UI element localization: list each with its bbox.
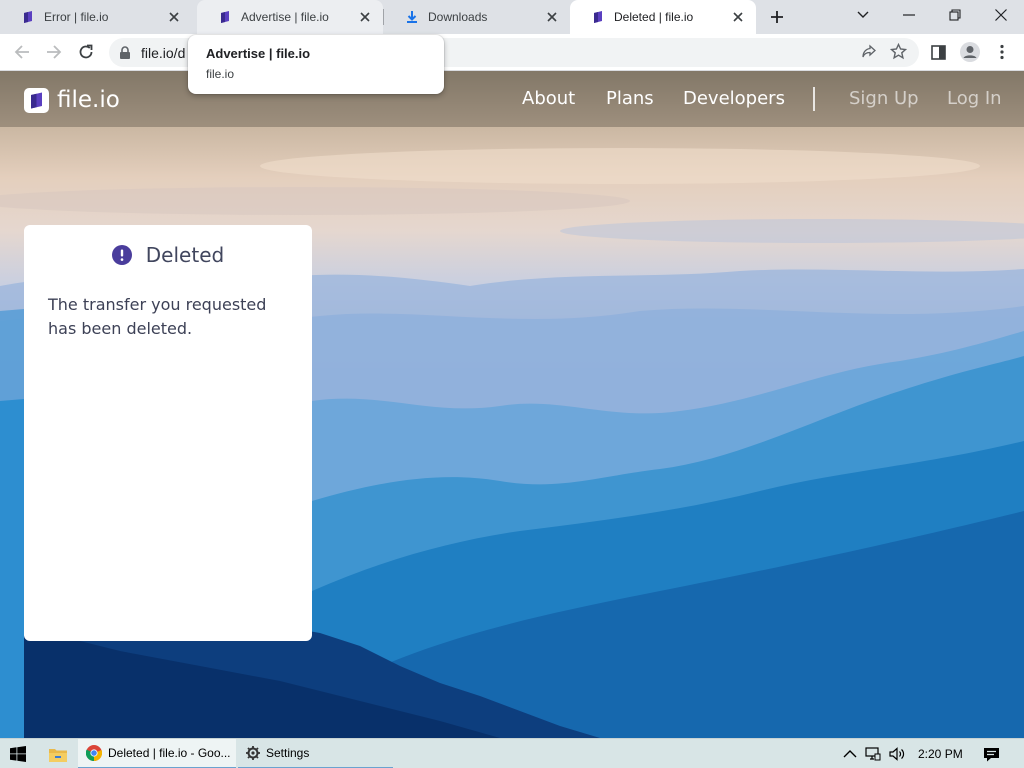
page-viewport: file.io About Plans Developers Sign Up L… xyxy=(0,71,1024,738)
close-tab-icon[interactable] xyxy=(730,9,746,25)
fileio-icon xyxy=(221,11,229,23)
forward-button[interactable] xyxy=(40,38,68,66)
gear-icon xyxy=(246,746,260,760)
card-title: Deleted xyxy=(145,243,225,267)
tab-title: Error | file.io xyxy=(44,10,109,24)
nav-divider xyxy=(813,87,815,111)
minimize-icon xyxy=(903,14,915,16)
start-button[interactable] xyxy=(0,739,36,768)
taskbar-item-label: Settings xyxy=(266,746,310,760)
share-icon[interactable] xyxy=(861,44,877,63)
back-button[interactable] xyxy=(8,38,36,66)
volume-icon[interactable] xyxy=(889,746,905,762)
taskbar-item-chrome[interactable]: Deleted | file.io - Goo... xyxy=(78,739,236,768)
lock-icon[interactable] xyxy=(119,46,131,59)
chevron-up-icon[interactable] xyxy=(842,746,858,762)
windows-logo-icon xyxy=(10,746,26,762)
kebab-menu-icon xyxy=(1000,44,1004,60)
tab-search-button[interactable] xyxy=(840,0,886,30)
plus-icon xyxy=(771,11,783,23)
restore-button[interactable] xyxy=(932,0,978,30)
hover-card-title: Advertise | file.io xyxy=(206,46,311,61)
tab-title: Advertise | file.io xyxy=(241,10,329,24)
minimize-button[interactable] xyxy=(886,0,932,30)
side-panel-button[interactable] xyxy=(924,38,952,66)
hover-card-domain: file.io xyxy=(206,67,235,81)
fileio-logo-icon xyxy=(24,87,49,113)
close-tab-icon[interactable] xyxy=(544,9,560,25)
nav-link-about[interactable]: About xyxy=(522,88,575,109)
exclamation-circle-icon xyxy=(111,245,132,265)
new-tab-button[interactable] xyxy=(766,6,788,28)
reload-icon xyxy=(79,44,93,59)
avatar-icon xyxy=(960,42,980,62)
site-navbar: file.io About Plans Developers Sign Up L… xyxy=(0,71,1024,127)
nav-link-plans[interactable]: Plans xyxy=(606,88,654,109)
tab-title: Deleted | file.io xyxy=(614,10,694,24)
nav-link-sign-up[interactable]: Sign Up xyxy=(849,88,919,109)
profile-button[interactable] xyxy=(956,38,984,66)
taskbar-clock[interactable]: 2:20 PM xyxy=(918,747,963,761)
logo-text: file.io xyxy=(57,87,120,113)
fileio-icon xyxy=(594,11,602,23)
chrome-icon xyxy=(86,745,102,761)
download-icon xyxy=(407,11,417,23)
nav-link-log-in[interactable]: Log In xyxy=(947,88,1002,109)
url-text: file.io/d xyxy=(141,44,186,61)
fileio-icon xyxy=(24,11,32,23)
chevron-down-icon xyxy=(857,11,869,18)
tab-error[interactable]: Error | file.io xyxy=(0,0,192,34)
arrow-left-icon xyxy=(14,45,29,59)
windows-taskbar: Deleted | file.io - Goo... Settings 2:20… xyxy=(0,738,1024,768)
tab-downloads[interactable]: Downloads xyxy=(384,0,570,34)
tab-title: Downloads xyxy=(428,10,488,24)
nav-link-developers[interactable]: Developers xyxy=(683,88,785,109)
card-message: The transfer you requested has been dele… xyxy=(48,295,267,338)
site-logo[interactable]: file.io xyxy=(24,87,120,113)
taskbar-item-label: Deleted | file.io - Goo... xyxy=(108,746,231,760)
file-explorer-button[interactable] xyxy=(40,739,76,768)
taskbar-item-settings[interactable]: Settings xyxy=(238,739,393,768)
close-window-button[interactable] xyxy=(978,0,1024,30)
tab-advertise[interactable]: Advertise | file.io xyxy=(197,0,383,34)
bookmark-star-icon[interactable] xyxy=(889,42,908,63)
close-icon xyxy=(995,9,1007,21)
tab-separator xyxy=(383,9,384,25)
tab-hover-card: Advertise | file.io file.io xyxy=(188,35,444,94)
tab-deleted[interactable]: Deleted | file.io xyxy=(570,0,756,34)
arrow-right-icon xyxy=(47,45,62,59)
network-icon[interactable] xyxy=(865,746,881,762)
reload-button[interactable] xyxy=(72,38,100,66)
restore-icon xyxy=(949,9,961,21)
side-panel-icon xyxy=(930,44,946,60)
deleted-card: Deleted The transfer you requested has b… xyxy=(24,225,312,641)
tab-strip: Error | file.io Advertise | file.io Down… xyxy=(0,0,1024,34)
browser-toolbar: file.io/d xyxy=(0,34,1024,71)
close-tab-icon[interactable] xyxy=(166,9,182,25)
close-tab-icon[interactable] xyxy=(357,9,373,25)
folder-icon xyxy=(49,748,67,762)
menu-button[interactable] xyxy=(988,38,1016,66)
notification-center-icon[interactable] xyxy=(983,746,1000,763)
card-header: Deleted xyxy=(24,243,312,267)
